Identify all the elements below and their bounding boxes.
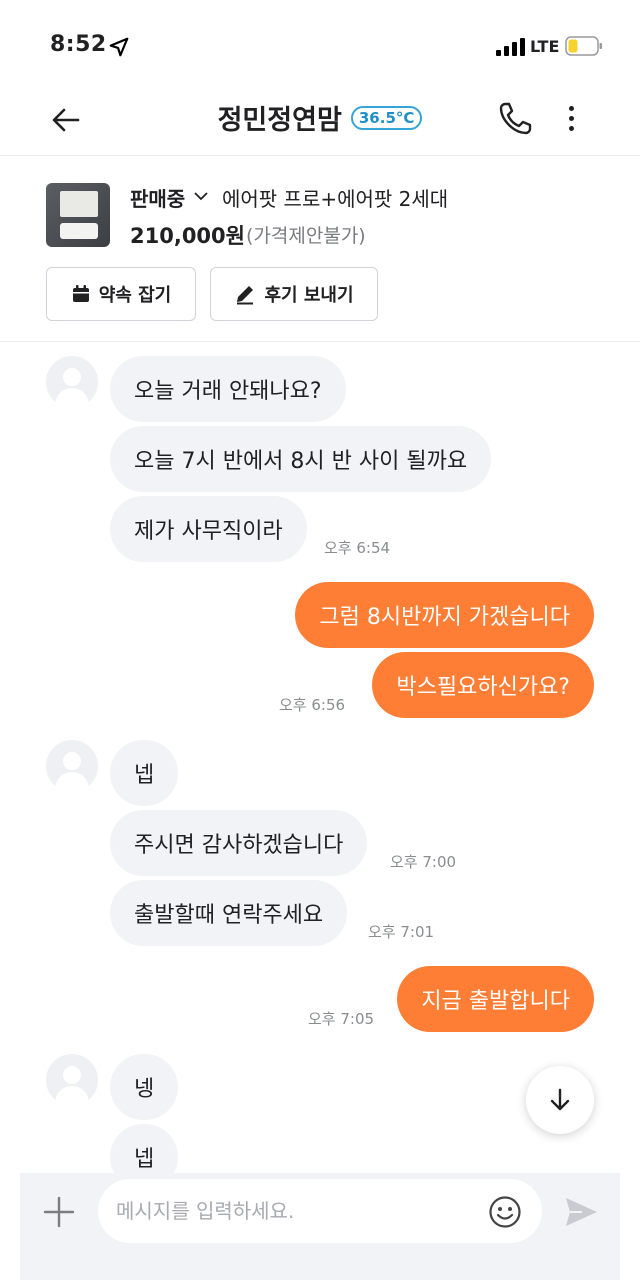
battery-icon (565, 36, 602, 56)
received-message[interactable]: 넵 (110, 740, 179, 806)
sale-status[interactable]: 판매중 (130, 183, 185, 212)
network-label: LTE (530, 37, 560, 56)
sent-message[interactable]: 그럼 8시반까지 가겠습니다 (295, 582, 594, 648)
received-message[interactable]: 주시면 감사하겠습니다 (110, 810, 368, 876)
received-message[interactable]: 넹 (110, 1054, 179, 1120)
price-offer-status: (가격제안불가) (246, 225, 366, 247)
chat-header: 정민정연맘 36.5°C (0, 90, 640, 156)
message-composer (20, 1173, 620, 1280)
chevron-down-icon[interactable] (194, 191, 208, 201)
message-time: 오후 6:54 (324, 539, 391, 557)
status-time: 8:52 (50, 32, 107, 57)
manner-temperature-badge[interactable]: 36.5°C (350, 105, 423, 130)
message-time: 오후 7:05 (308, 1010, 375, 1028)
call-button[interactable] (496, 98, 536, 138)
location-arrow-icon (109, 37, 129, 57)
more-vert-icon (568, 105, 574, 111)
partner-avatar[interactable] (46, 740, 98, 792)
title-group: 정민정연맘 36.5°C (0, 98, 640, 137)
make-appointment-button[interactable]: 약속 잡기 (46, 267, 196, 321)
product-thumbnail[interactable] (46, 183, 110, 247)
review-label: 후기 보내기 (264, 285, 354, 306)
appointment-label: 약속 잡기 (98, 285, 172, 306)
received-message[interactable]: 오늘 거래 안돼나요? (110, 356, 346, 422)
message-time: 오후 6:56 (279, 696, 346, 714)
send-review-button[interactable]: 후기 보내기 (210, 267, 378, 321)
received-message[interactable]: 제가 사무직이라 (110, 496, 307, 562)
partner-avatar[interactable] (46, 1054, 98, 1106)
message-time: 오후 7:01 (368, 923, 435, 941)
signal-icon (496, 38, 525, 56)
plus-icon[interactable] (42, 1195, 76, 1229)
sent-message[interactable]: 지금 출발합니다 (397, 966, 594, 1032)
product-price: 210,000원 (130, 224, 245, 248)
message-input[interactable] (98, 1179, 542, 1243)
chat-partner-name[interactable]: 정민정연맘 (218, 105, 342, 136)
partner-avatar[interactable] (46, 356, 98, 408)
send-icon[interactable] (562, 1193, 600, 1231)
sent-message[interactable]: 박스필요하신가요? (372, 652, 594, 718)
received-message[interactable]: 오늘 7시 반에서 8시 반 사이 될까요 (110, 426, 492, 492)
emoji-icon[interactable] (488, 1195, 522, 1229)
more-options-button[interactable] (556, 98, 586, 138)
product-card: 판매중 에어팟 프로+에어팟 2세대 210,000원 (가격제안불가) 약속 … (0, 157, 640, 342)
product-name[interactable]: 에어팟 프로+에어팟 2세대 (222, 183, 448, 212)
pencil-icon (237, 286, 254, 305)
message-time: 오후 7:00 (390, 853, 457, 871)
status-bar: 8:52 LTE (0, 0, 640, 90)
arrow-down-icon (550, 1088, 570, 1111)
scroll-to-bottom-button[interactable] (526, 1066, 594, 1134)
received-message[interactable]: 출발할때 연락주세요 (110, 880, 348, 946)
calendar-icon (72, 285, 89, 302)
phone-icon (499, 102, 532, 135)
